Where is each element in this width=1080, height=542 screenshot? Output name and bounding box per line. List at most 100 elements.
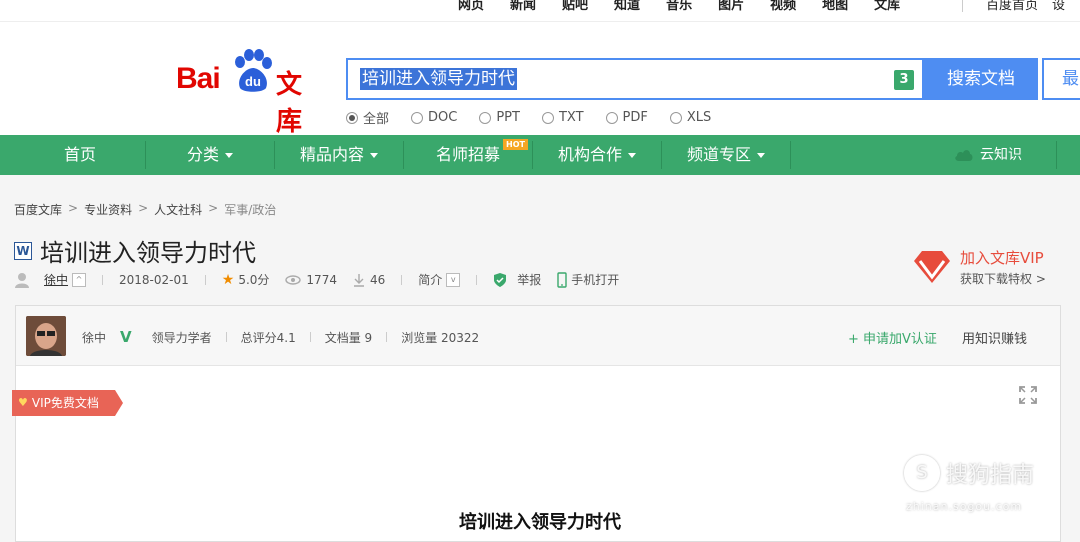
search-input[interactable]: 培训进入领导力时代 3 bbox=[346, 58, 924, 100]
filter-label: TXT bbox=[558, 110, 584, 125]
top-link-web[interactable]: 网页 bbox=[458, 0, 484, 13]
nav-home[interactable]: 首页 bbox=[18, 135, 142, 175]
doc-meta: 徐中 ^ 2018-02-01 ★ 5.0分 1774 46 简介 v 举报 手… bbox=[14, 271, 635, 288]
heart-icon: ♥ bbox=[18, 396, 28, 409]
score-value: 5.0分 bbox=[238, 273, 270, 287]
meta-divider bbox=[204, 274, 206, 285]
word-doc-icon: W bbox=[14, 241, 32, 260]
breadcrumb-item[interactable]: 人文社科 bbox=[154, 201, 202, 218]
nav-divider bbox=[661, 141, 662, 169]
report-label: 举报 bbox=[517, 273, 542, 287]
vip-join-title: 加入文库VIP bbox=[960, 249, 1044, 267]
chevron-down-icon bbox=[628, 153, 636, 158]
author-name[interactable]: 徐中 bbox=[82, 329, 106, 346]
top-link-wenku[interactable]: 文库 bbox=[874, 0, 900, 13]
nav-institution[interactable]: 机构合作 bbox=[535, 135, 659, 175]
header: Bai du 文库 培训进入领导力时代 3 搜索文档 最 全部 DOC PPT … bbox=[0, 22, 1080, 137]
filter-txt[interactable]: TXT bbox=[541, 108, 584, 127]
author-bar: 徐中 V 领导力学者 总评分4.1 文档量 9 浏览量 20322 + 申请加V… bbox=[16, 306, 1060, 366]
nav-cloud-knowledge[interactable]: 云知识 bbox=[954, 135, 1022, 175]
vip-join-text: 加入文库VIP 获取下载特权 > bbox=[960, 247, 1046, 287]
sogou-watermark: S 搜狗指南 bbox=[904, 455, 1034, 491]
vip-join[interactable]: 加入文库VIP 获取下载特权 > bbox=[912, 247, 1046, 287]
breadcrumb-item[interactable]: 专业资料 bbox=[84, 201, 132, 218]
top-nav-links: 网页 新闻 贴吧 知道 音乐 图片 视频 地图 文库 bbox=[458, 0, 926, 13]
intro-label: 简介 bbox=[418, 273, 443, 287]
cloud-icon bbox=[955, 150, 973, 161]
filter-ppt[interactable]: PPT bbox=[479, 108, 520, 127]
earn-with-knowledge-link[interactable]: 用知识赚钱 bbox=[962, 328, 1027, 347]
nav-label: 分类 bbox=[186, 145, 219, 164]
breadcrumb-item[interactable]: 百度文库 bbox=[14, 201, 62, 218]
logo-bai-text: Bai bbox=[176, 62, 221, 95]
meta-author[interactable]: 徐中 ^ bbox=[14, 271, 87, 288]
doc-preview-panel: 徐中 V 领导力学者 总评分4.1 文档量 9 浏览量 20322 + 申请加V… bbox=[15, 305, 1061, 542]
author-doc-count: 文档量 9 bbox=[324, 330, 373, 345]
side-button[interactable]: 最 bbox=[1042, 58, 1080, 100]
info-divider bbox=[225, 332, 227, 342]
chevron-down-icon bbox=[757, 153, 765, 158]
apply-v-cert-link[interactable]: + 申请加V认证 bbox=[848, 328, 937, 347]
meta-intro[interactable]: 简介 v bbox=[418, 271, 461, 288]
breadcrumb-separator: > bbox=[68, 201, 79, 215]
cloud-label: 云知识 bbox=[980, 147, 1022, 163]
chevron-down-icon bbox=[225, 153, 233, 158]
filter-xls[interactable]: XLS bbox=[669, 108, 711, 127]
nav-category[interactable]: 分类 bbox=[148, 135, 272, 175]
author-total-score: 总评分4.1 bbox=[240, 330, 296, 345]
watermark-url: zhinan.sogou.com bbox=[906, 500, 1023, 513]
meta-score: ★ 5.0分 bbox=[222, 271, 270, 288]
top-link-image[interactable]: 图片 bbox=[718, 0, 744, 13]
main-nav: 首页 分类 精品内容 名师招募 HOT 机构合作 频道专区 云知识 bbox=[0, 135, 1080, 175]
doc-type-filters: 全部 DOC PPT TXT PDF XLS bbox=[346, 108, 733, 127]
meta-downloads: 46 bbox=[353, 273, 385, 287]
baidu-wenku-logo[interactable]: Bai du 文库 bbox=[176, 48, 326, 137]
meta-report[interactable]: 举报 bbox=[493, 271, 541, 288]
author-info: 徐中 V 领导力学者 总评分4.1 文档量 9 浏览量 20322 bbox=[82, 328, 493, 346]
radio-icon bbox=[479, 111, 492, 124]
top-nav: 网页 新闻 贴吧 知道 音乐 图片 视频 地图 文库 百度首页 设 bbox=[0, 0, 1080, 22]
filter-doc[interactable]: DOC bbox=[411, 108, 457, 127]
radio-icon bbox=[346, 111, 358, 124]
filter-label: PPT bbox=[496, 110, 520, 125]
shield-icon bbox=[494, 272, 507, 287]
meta-views: 1774 bbox=[285, 273, 337, 287]
hot-badge: HOT bbox=[503, 139, 528, 150]
vip-ribbon-label: VIP免费文档 bbox=[31, 396, 99, 410]
nav-channel[interactable]: 频道专区 bbox=[664, 135, 788, 175]
nav-label: 首页 bbox=[63, 145, 96, 164]
search-query-text: 培训进入领导力时代 bbox=[360, 68, 517, 90]
breadcrumb-separator: > bbox=[208, 201, 219, 215]
search-button[interactable]: 搜索文档 bbox=[924, 58, 1038, 100]
top-link-news[interactable]: 新闻 bbox=[510, 0, 536, 13]
filter-pdf[interactable]: PDF bbox=[605, 108, 648, 127]
vip-join-subtitle: 获取下载特权 > bbox=[960, 272, 1046, 286]
meta-divider bbox=[476, 274, 478, 285]
avatar[interactable] bbox=[26, 316, 66, 356]
radio-icon bbox=[605, 111, 618, 124]
filter-all[interactable]: 全部 bbox=[346, 108, 389, 127]
fullscreen-icon[interactable] bbox=[1018, 385, 1038, 405]
sogou-logo-icon: S bbox=[904, 455, 940, 491]
top-link-video[interactable]: 视频 bbox=[770, 0, 796, 13]
nav-divider bbox=[532, 141, 533, 169]
nav-divider bbox=[403, 141, 404, 169]
logo-wenku-text: 文库 bbox=[276, 70, 303, 137]
nav-label: 机构合作 bbox=[557, 145, 622, 164]
top-link-map[interactable]: 地图 bbox=[822, 0, 848, 13]
top-link-tieba[interactable]: 贴吧 bbox=[562, 0, 588, 13]
breadcrumb-item[interactable]: 军事/政治 bbox=[224, 201, 276, 218]
vip-free-ribbon: ♥ VIP免费文档 bbox=[12, 390, 123, 416]
meta-mobile[interactable]: 手机打开 bbox=[557, 271, 619, 288]
top-link-zhidao[interactable]: 知道 bbox=[614, 0, 640, 13]
filter-label: PDF bbox=[622, 110, 648, 125]
top-link-music[interactable]: 音乐 bbox=[666, 0, 692, 13]
downloads-value: 46 bbox=[369, 272, 386, 287]
nav-label: 精品内容 bbox=[299, 145, 364, 164]
nav-premium[interactable]: 精品内容 bbox=[277, 135, 401, 175]
top-link-settings[interactable]: 设 bbox=[1052, 0, 1065, 13]
top-link-baidu-home[interactable]: 百度首页 bbox=[986, 0, 1038, 13]
watermark-text: 搜狗指南 bbox=[946, 463, 1035, 488]
baidu-paw-icon: du bbox=[235, 49, 272, 92]
info-divider bbox=[309, 332, 311, 342]
